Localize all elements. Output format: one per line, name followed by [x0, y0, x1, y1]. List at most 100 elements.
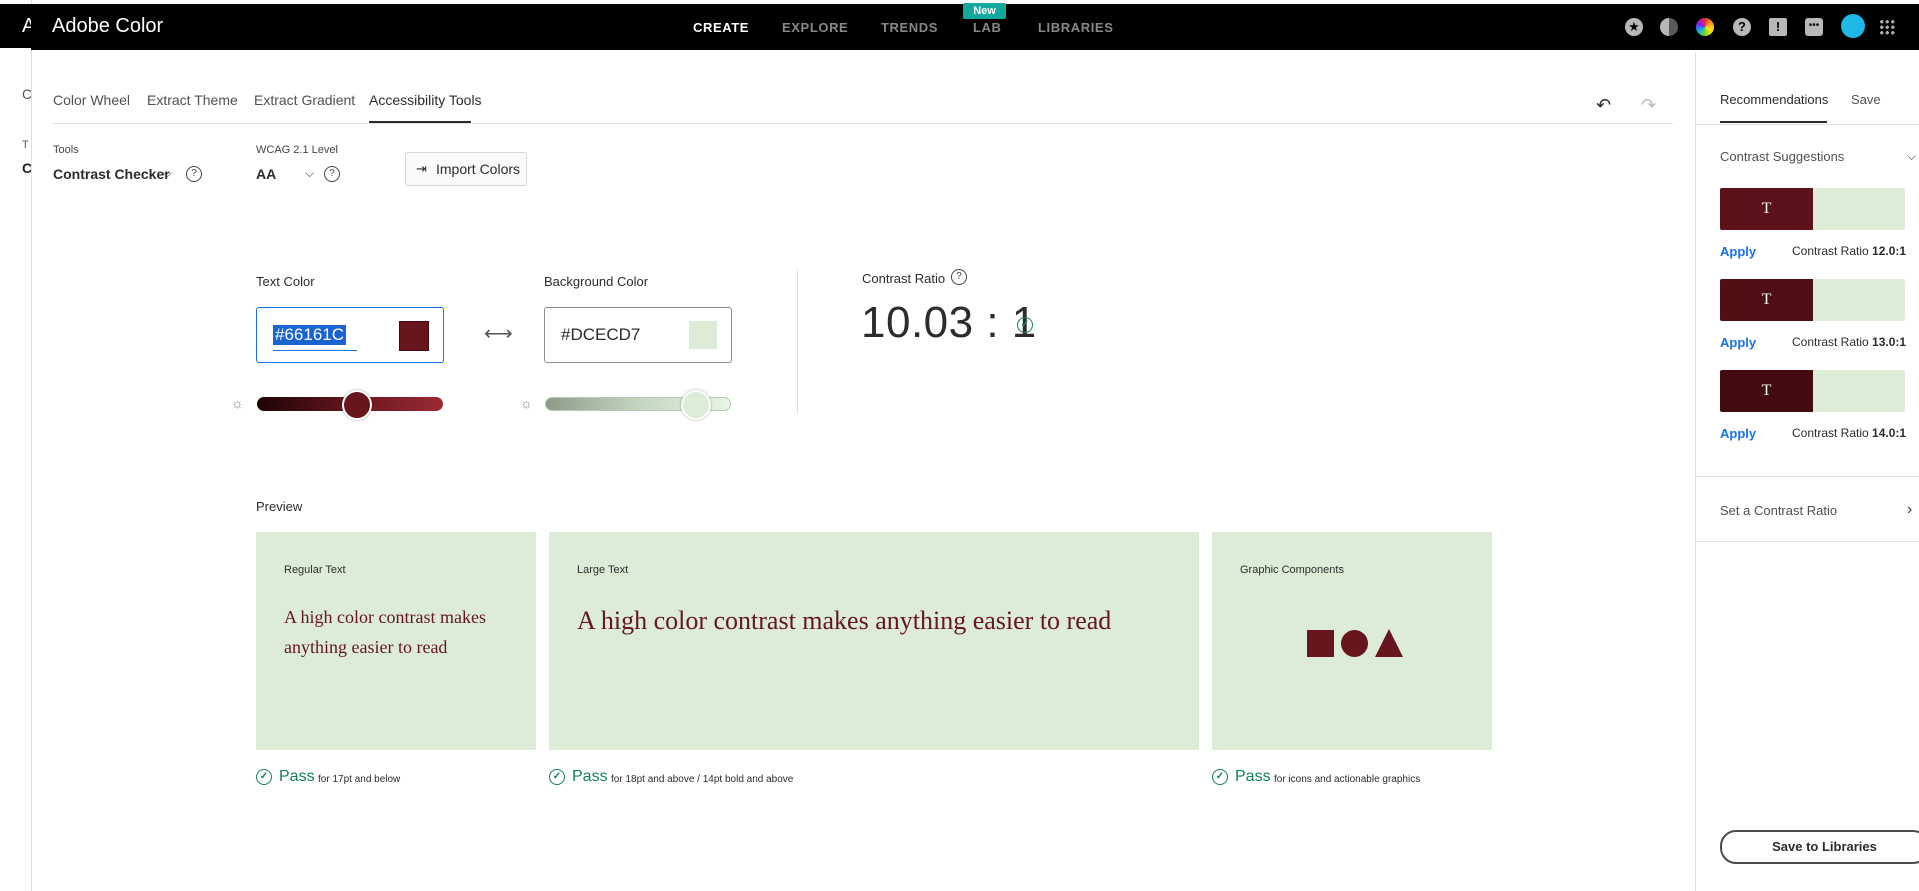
card-title: Graphic Components: [1240, 564, 1344, 576]
nav-lab[interactable]: LAB: [973, 20, 1002, 35]
nav-explore[interactable]: EXPLORE: [782, 20, 848, 35]
tab-recommendations[interactable]: Recommendations: [1720, 92, 1828, 107]
undo-icon[interactable]: ↶: [1596, 95, 1611, 116]
divider: [1696, 124, 1919, 125]
ratio-value: 14.0:1: [1872, 426, 1907, 440]
large-text-card: Large Text A high color contrast makes a…: [549, 532, 1199, 750]
background-window-letter: T: [22, 139, 29, 151]
circle-icon: [1341, 630, 1368, 657]
suggestion-ratio: Contrast Ratio 13.0:1: [1792, 335, 1906, 349]
help-icon[interactable]: ?: [951, 269, 967, 285]
text-color-input[interactable]: #66161C: [256, 307, 444, 363]
import-icon: ⇥: [416, 161, 427, 176]
text-color-label: Text Color: [256, 274, 315, 289]
redo-icon[interactable]: ↷: [1641, 95, 1656, 116]
ratio-prefix: Contrast Ratio: [1792, 244, 1869, 258]
regular-text-sample: A high color contrast makes anything eas…: [284, 607, 486, 657]
brightness-icon: ☼: [520, 395, 533, 411]
wcag-dropdown[interactable]: AA: [256, 166, 276, 182]
help-icon[interactable]: ?: [186, 166, 202, 182]
pass-label: Pass: [1235, 768, 1271, 785]
theme-toggle-icon[interactable]: [1660, 18, 1678, 36]
divider: [1696, 476, 1919, 477]
contrast-suggestions-header[interactable]: Contrast Suggestions: [1720, 149, 1844, 164]
ratio-prefix: Contrast Ratio: [1792, 426, 1869, 440]
active-tab-indicator: [1720, 121, 1827, 123]
suggestion-swatch[interactable]: T: [1720, 188, 1905, 230]
checkmark-icon: ✓: [256, 769, 272, 785]
tools-dropdown[interactable]: Contrast Checker: [53, 166, 170, 182]
tab-accessibility-tools[interactable]: Accessibility Tools: [369, 92, 482, 108]
suggestion-swatch[interactable]: T: [1720, 279, 1905, 321]
star-icon[interactable]: ★: [1625, 18, 1643, 36]
suggestion-background-sample: [1813, 279, 1905, 321]
divider: [797, 270, 798, 414]
contrast-ratio-value: 10.03 : 1: [861, 298, 1037, 347]
ratio-value: 12.0:1: [1872, 244, 1907, 258]
tabs-divider: [52, 123, 1673, 124]
avatar[interactable]: [1841, 14, 1865, 38]
card-title: Regular Text: [284, 564, 346, 576]
pass-label: Pass: [572, 768, 608, 785]
text-slider-handle[interactable]: [341, 390, 372, 420]
chat-icon[interactable]: •••: [1805, 18, 1823, 36]
tab-extract-theme[interactable]: Extract Theme: [147, 92, 238, 108]
nav-libraries[interactable]: LIBRARIES: [1038, 20, 1113, 35]
background-slider-handle[interactable]: [681, 390, 711, 420]
chevron-down-icon[interactable]: ⌵: [1907, 149, 1916, 164]
text-cursor-line: [273, 350, 357, 351]
large-text-sample: A high color contrast makes anything eas…: [577, 606, 1112, 635]
suggestion-background-sample: [1813, 370, 1905, 412]
app-window: [31, 0, 1919, 891]
square-icon: [1307, 630, 1334, 657]
tab-color-wheel[interactable]: Color Wheel: [53, 92, 130, 108]
pass-note: for icons and actionable graphics: [1274, 774, 1421, 785]
background-color-label: Background Color: [544, 274, 649, 289]
save-to-libraries-button[interactable]: Save to Libraries: [1720, 830, 1919, 864]
swap-colors-icon[interactable]: ⟷: [484, 321, 513, 346]
triangle-icon: [1375, 629, 1403, 657]
tab-save[interactable]: Save: [1851, 92, 1881, 107]
background-color-input[interactable]: #DCECD7: [544, 307, 732, 363]
apps-grid-icon[interactable]: [1879, 19, 1895, 35]
nav-trends[interactable]: TRENDS: [881, 20, 938, 35]
tools-label: Tools: [53, 144, 79, 156]
set-contrast-ratio-header[interactable]: Set a Contrast Ratio: [1720, 503, 1837, 518]
text-color-value[interactable]: #66161C: [273, 325, 347, 345]
checkmark-icon: ✓: [549, 769, 565, 785]
regular-text-card: Regular Text A high color contrast makes…: [256, 532, 536, 750]
panel-divider: [1695, 52, 1696, 891]
pass-note: for 17pt and below: [318, 774, 401, 785]
apply-button[interactable]: Apply: [1720, 335, 1756, 350]
chevron-down-icon[interactable]: ⌵: [305, 166, 314, 181]
brightness-icon: ☼: [231, 395, 244, 411]
help-icon[interactable]: ?: [1733, 18, 1751, 36]
help-icon[interactable]: ?: [324, 166, 340, 182]
import-colors-button[interactable]: ⇥ Import Colors: [405, 152, 527, 186]
suggestion-ratio: Contrast Ratio 12.0:1: [1792, 244, 1906, 258]
apply-button[interactable]: Apply: [1720, 426, 1756, 441]
tab-extract-gradient[interactable]: Extract Gradient: [254, 92, 355, 108]
suggestion-text-sample: T: [1720, 370, 1813, 412]
chevron-right-icon[interactable]: ›: [1907, 501, 1912, 519]
nav-create[interactable]: CREATE: [693, 20, 749, 35]
suggestion-text-sample: T: [1720, 279, 1813, 321]
suggestion-text-sample: T: [1720, 188, 1813, 230]
pass-note: for 18pt and above / 14pt bold and above: [611, 774, 794, 785]
checkmark-icon: ✓: [1212, 769, 1228, 785]
color-wheel-icon[interactable]: [1696, 18, 1714, 36]
suggestion-swatch[interactable]: T: [1720, 370, 1905, 412]
background-color-value[interactable]: #DCECD7: [561, 325, 640, 345]
new-badge: New: [963, 3, 1006, 19]
feedback-icon[interactable]: !: [1769, 18, 1787, 36]
app-title[interactable]: Adobe Color: [52, 15, 163, 38]
apply-button[interactable]: Apply: [1720, 244, 1756, 259]
suggestion-background-sample: [1813, 188, 1905, 230]
text-color-swatch[interactable]: [399, 321, 429, 351]
ratio-value: 13.0:1: [1872, 335, 1907, 349]
suggestion-ratio: Contrast Ratio 14.0:1: [1792, 426, 1906, 440]
card-title: Large Text: [577, 564, 629, 576]
chevron-down-icon[interactable]: ⌵: [163, 166, 172, 181]
background-color-swatch[interactable]: [689, 321, 717, 349]
checkmark-icon: ✓: [1017, 317, 1033, 333]
